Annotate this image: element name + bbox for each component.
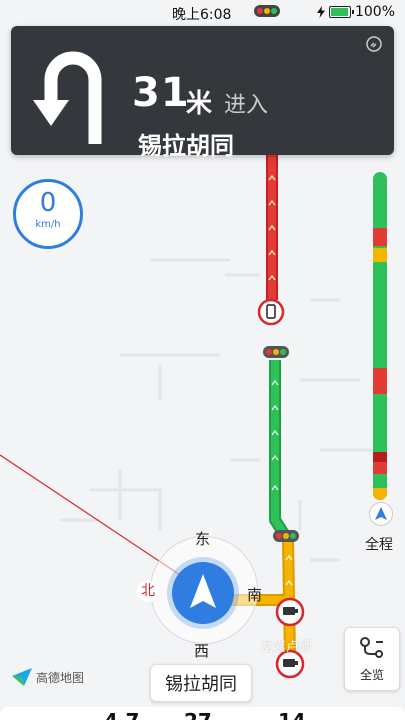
status-time: 晚上6:08	[172, 7, 232, 23]
u-turn-icon	[33, 51, 102, 144]
traffic-segment-red	[373, 228, 387, 246]
compass-west: 西	[194, 642, 210, 660]
charging-icon	[316, 6, 325, 18]
speedometer: 0 km/h	[13, 179, 83, 249]
turn-guidance-card[interactable]: 31 米 进入 锡拉胡同	[11, 26, 394, 160]
battery-percent: 100%	[354, 4, 395, 20]
route-overview-icon	[360, 637, 383, 658]
locate-car-button[interactable]	[172, 562, 234, 624]
traffic-segment-red	[373, 462, 387, 474]
compass-south: 南	[247, 586, 263, 604]
trip-info-panel[interactable]: 4.7 27 14	[0, 707, 405, 720]
current-road-pill: 锡拉胡同	[150, 664, 252, 702]
status-bar: 晚上6:08 100%	[0, 0, 405, 26]
traffic-segment-yellow	[373, 488, 387, 500]
remaining-distance: 4.7	[104, 709, 139, 720]
voice-icon[interactable]	[366, 36, 382, 52]
next-road-name: 锡拉胡同	[138, 132, 234, 160]
remaining-time: 27	[184, 709, 212, 720]
progress-marker	[369, 502, 393, 526]
logo-text: 高德地图	[36, 670, 85, 685]
full-route-label[interactable]: 全程	[365, 534, 393, 554]
navigation-arrow-icon	[190, 574, 216, 608]
distance-unit: 米	[186, 89, 213, 119]
speed-value: 0	[39, 188, 57, 218]
speed-unit: km/h	[35, 219, 61, 230]
traffic-segment-red	[373, 368, 387, 394]
amap-logo-icon	[12, 668, 32, 686]
battery-icon	[328, 6, 354, 18]
overview-label: 全览	[359, 668, 384, 682]
watermark: 龙岩卢硕	[260, 640, 313, 655]
traffic-light-count: 14	[278, 709, 306, 720]
amap-logo: 高德地图	[12, 668, 84, 686]
compass-east: 东	[195, 530, 211, 548]
traffic-light-icon	[254, 5, 280, 17]
distance-value: 31	[132, 70, 190, 116]
route-traffic-bar	[373, 172, 387, 500]
car-arrow-icon	[375, 507, 387, 520]
overview-button[interactable]: 全览	[344, 627, 400, 691]
traffic-segment-yellow	[373, 248, 387, 262]
status-right: 100%	[316, 4, 395, 20]
traffic-segment-dark-red	[373, 452, 387, 462]
compass-north: 北	[137, 580, 159, 602]
turn-action: 进入	[224, 93, 269, 118]
